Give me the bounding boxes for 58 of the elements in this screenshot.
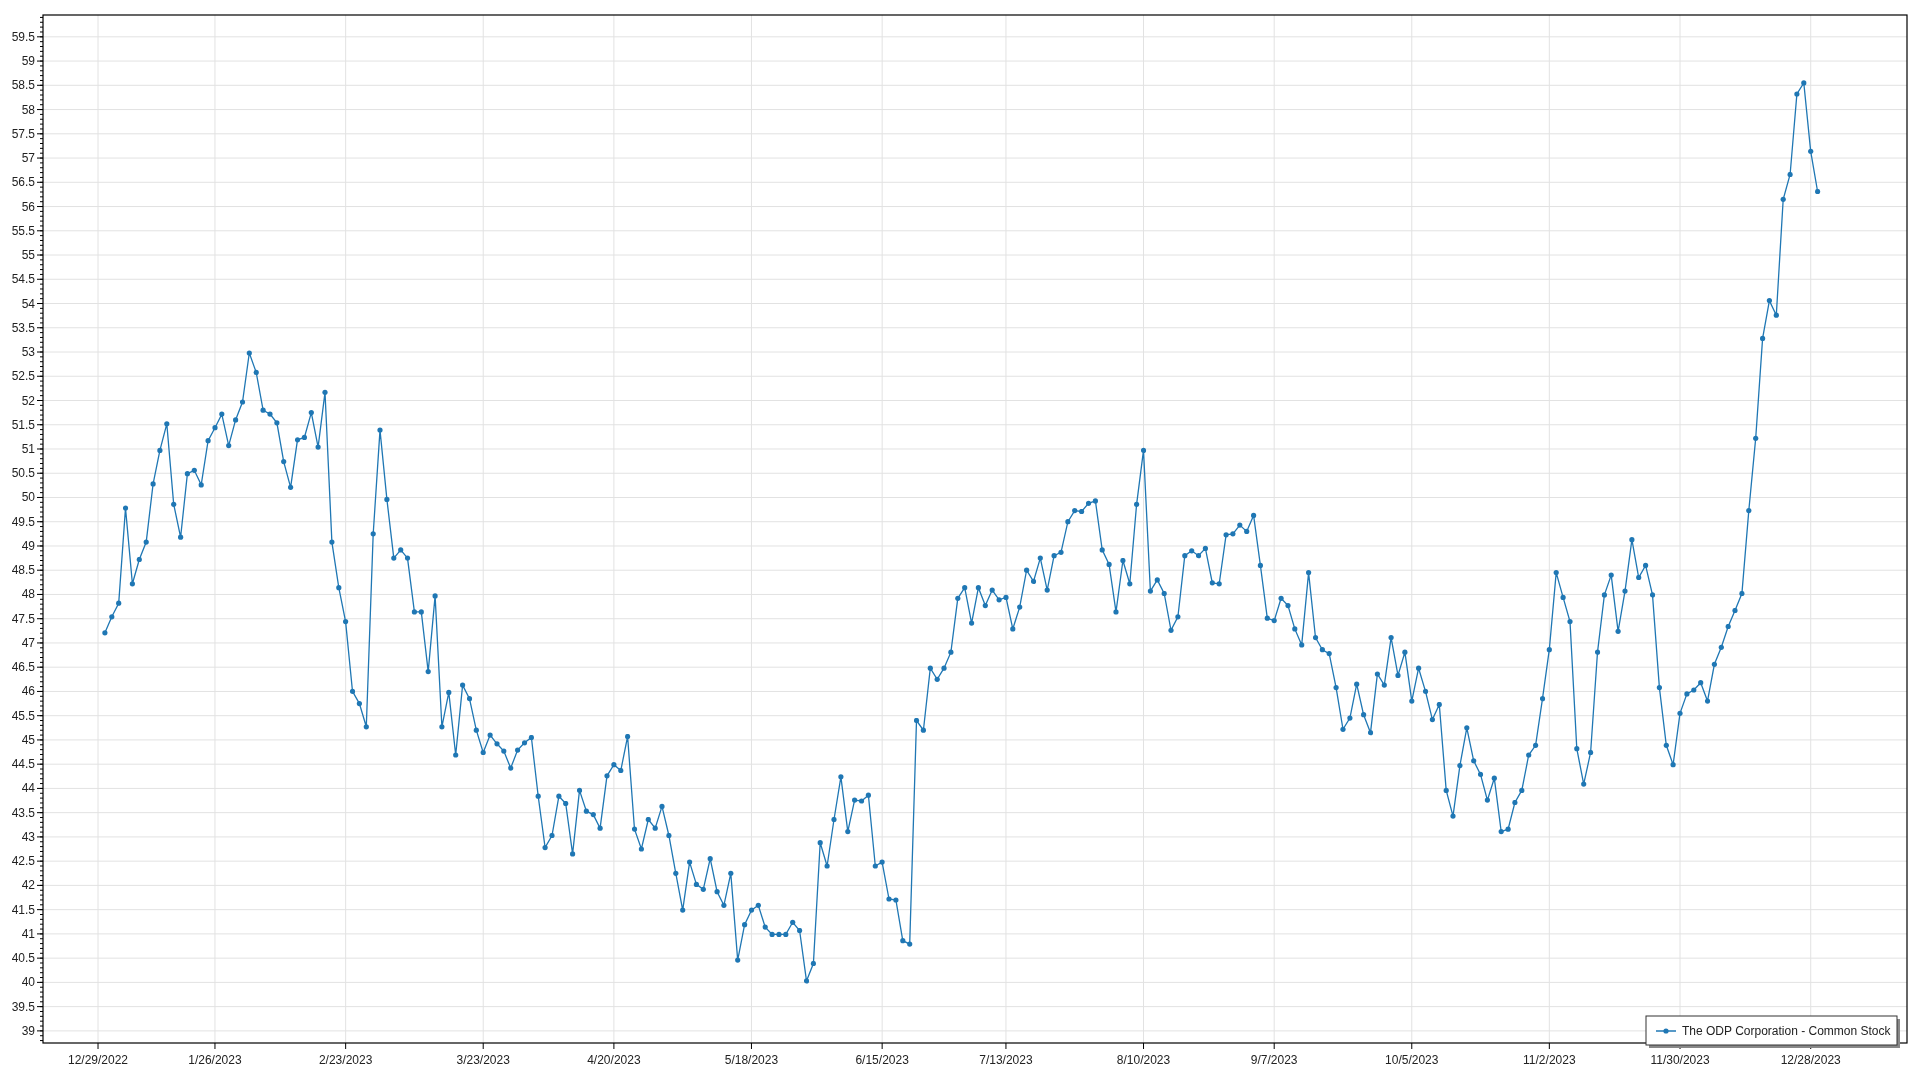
y-tick-label: 42 (21, 878, 35, 893)
legend-line-icon (1655, 1028, 1677, 1034)
y-tick-label: 47 (21, 635, 35, 650)
y-tick-label: 41.5 (11, 902, 35, 917)
y-tick-label: 53.5 (11, 320, 35, 335)
x-tick-label: 1/26/2023 (188, 1053, 242, 1067)
y-tick-label: 47.5 (11, 611, 35, 626)
y-tick-label: 56 (21, 199, 35, 214)
x-tick-label: 12/29/2022 (68, 1053, 129, 1067)
y-tick-label: 59 (21, 54, 35, 69)
y-tick-label: 41 (21, 926, 35, 941)
y-tick-label: 43.5 (11, 805, 35, 820)
x-tick-label: 5/18/2023 (724, 1053, 779, 1067)
y-tick-label: 40.5 (11, 951, 35, 966)
y-tick-label: 53 (21, 345, 35, 359)
y-tick-label: 39.5 (11, 999, 35, 1014)
x-tick-label: 9/7/2023 (1250, 1053, 1298, 1067)
y-tick-label: 46 (21, 684, 35, 699)
y-tick-label: 51.5 (11, 417, 35, 432)
x-tick-label: 8/10/2023 (1116, 1053, 1171, 1067)
legend-label: The ODP Corporation - Common Stock (1682, 1024, 1891, 1038)
y-tick-label: 58.5 (11, 78, 35, 93)
y-tick-label: 42.5 (11, 854, 35, 869)
x-tick-label: 12/28/2023 (1780, 1053, 1841, 1067)
y-tick-label: 57.5 (11, 126, 35, 141)
x-tick-label: 4/20/2023 (587, 1053, 641, 1067)
y-tick-label: 44 (21, 781, 35, 796)
y-tick-label: 50 (21, 490, 35, 505)
x-tick-label: 10/5/2023 (1385, 1053, 1439, 1067)
x-tick-label: 11/2/2023 (1523, 1053, 1576, 1067)
x-tick-label: 6/15/2023 (855, 1053, 909, 1067)
y-tick-label: 51 (21, 442, 35, 456)
y-tick-label: 45.5 (11, 708, 35, 723)
y-tick-label: 56.5 (11, 175, 35, 190)
x-tick-label: 2/23/2023 (318, 1053, 373, 1067)
y-tick-label: 46.5 (11, 660, 35, 675)
y-tick-label: 57 (21, 151, 35, 166)
x-tick-label: 11/30/2023 (1650, 1053, 1710, 1067)
y-tick-label: 44.5 (11, 757, 35, 772)
y-tick-label: 52.5 (11, 369, 35, 384)
y-tick-label: 50.5 (11, 466, 35, 481)
y-tick-label: 48.5 (11, 563, 35, 578)
y-tick-label: 49 (21, 538, 35, 553)
y-tick-label: 39 (21, 1023, 35, 1038)
y-tick-label: 40 (21, 975, 35, 990)
y-tick-label: 43 (21, 829, 35, 844)
y-tick-label: 59.5 (11, 29, 35, 44)
x-tick-label: 7/13/2023 (979, 1053, 1033, 1067)
y-tick-label: 55 (21, 248, 35, 263)
x-tick-label: 3/23/2023 (456, 1053, 510, 1067)
y-tick-label: 45 (21, 732, 35, 747)
y-tick-label: 52 (21, 393, 35, 408)
y-tick-label: 54.5 (11, 272, 35, 287)
y-tick-label: 54 (21, 296, 35, 311)
y-tick-label: 55.5 (11, 223, 35, 238)
y-tick-label: 58 (21, 102, 35, 117)
y-tick-label: 49.5 (11, 514, 35, 529)
y-tick-label: 48 (21, 587, 35, 602)
